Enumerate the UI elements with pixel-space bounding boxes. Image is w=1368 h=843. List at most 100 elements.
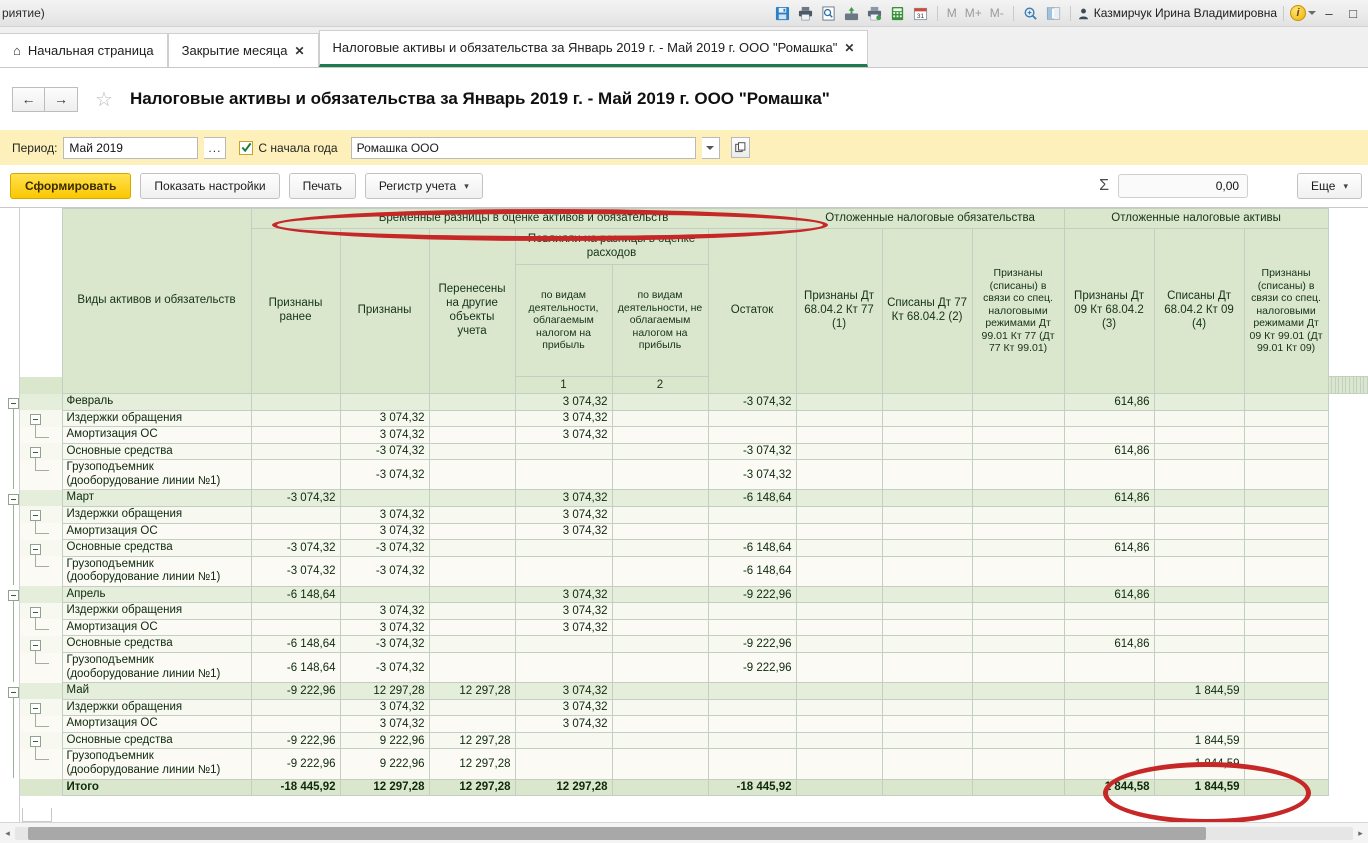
chevron-down-icon[interactable] [701, 136, 720, 159]
cell-c5 [514, 442, 613, 461]
horizontal-scrollbar[interactable]: ◂ ▸ [0, 822, 1368, 843]
page-header: ← → ☆ Налоговые активы и обязательства з… [0, 68, 1368, 130]
open-external-icon[interactable] [730, 137, 750, 158]
forward-button[interactable]: → [45, 86, 78, 112]
tree-gutter-b [42, 556, 62, 587]
print-preview-icon[interactable] [818, 3, 839, 23]
table-row[interactable]: Апрель -6 148,64 3 074,32 -9 222,96 614,86 [20, 585, 1368, 604]
tab-month-closing[interactable]: Закрытие месяца ✕ [167, 33, 319, 67]
export-icon[interactable] [841, 3, 862, 23]
table-row[interactable]: Основные средства -9 222,96 9 222,96 12 297… [20, 731, 1368, 750]
table-total-row: Итого -18 445,92 12 297,28 12 297,28 12 297,… [20, 778, 1368, 797]
table-row[interactable]: Амортизация ОС 3 074,32 3 074,32 [20, 522, 1368, 541]
save-icon[interactable] [772, 3, 793, 23]
memory-add-button[interactable]: M+ [962, 6, 985, 20]
cell-c13 [1243, 539, 1329, 557]
memory-subtract-button[interactable]: M- [987, 6, 1007, 20]
tab-home[interactable]: ⌂ Начальная страница [0, 33, 168, 67]
toolbar-divider [936, 5, 938, 21]
show-settings-button[interactable]: Показать настройки [140, 173, 280, 199]
cell-c7: -3 074,32 [707, 393, 797, 411]
info-icon[interactable]: i [1290, 5, 1306, 21]
total-cell-c10 [971, 778, 1065, 797]
chevron-down-icon[interactable] [1308, 11, 1316, 15]
close-icon[interactable]: ✕ [294, 44, 304, 58]
from-year-start-checkbox[interactable]: С начала года [239, 140, 338, 155]
panels-icon[interactable] [1043, 3, 1064, 23]
cell-c5: 3 074,32 [514, 698, 613, 717]
table-row[interactable]: Май -9 222,96 12 297,28 12 297,28 3 074,32 1 … [20, 682, 1368, 700]
cell-c7 [707, 505, 797, 524]
table-row[interactable]: Издержки обращения 3 074,32 3 074,32 [20, 505, 1368, 524]
table-row[interactable]: Издержки обращения 3 074,32 3 074,32 [20, 698, 1368, 717]
zoom-in-icon[interactable] [1020, 3, 1041, 23]
organization-input[interactable]: Ромашка ООО [350, 136, 696, 159]
cell-c10 [971, 682, 1065, 700]
table-row[interactable]: Издержки обращения 3 074,32 3 074,32 [20, 409, 1368, 428]
cell-c4 [428, 442, 516, 461]
table-row[interactable]: Февраль 3 074,32 -3 074,32 614,86 [20, 393, 1368, 411]
print-settings-icon[interactable] [864, 3, 885, 23]
scroll-right-arrow[interactable]: ▸ [1353, 828, 1368, 839]
cell-c10 [971, 442, 1065, 461]
calendar-icon[interactable]: 31 [910, 3, 931, 23]
page-title: Налоговые активы и обязательства за Янва… [129, 89, 830, 108]
cell-c6 [611, 618, 709, 637]
cell-c7 [707, 682, 797, 700]
period-input[interactable]: Май 2019 [63, 136, 199, 159]
minimize-button[interactable]: – [1318, 6, 1340, 21]
table-row[interactable]: Грузоподъемник (дооборудование линии №1) -… [20, 651, 1368, 684]
table-row[interactable]: Издержки обращения 3 074,32 3 074,32 [20, 602, 1368, 620]
table-row[interactable]: Основные средства -3 074,32 -3 074,32 614,8… [20, 442, 1368, 461]
cell-c4 [428, 618, 516, 637]
table-row[interactable]: Грузоподъемник (дооборудование линии №1) -… [20, 748, 1368, 780]
memory-recall-button[interactable]: M [944, 6, 960, 20]
tree-gutter-a [20, 652, 42, 683]
restore-button[interactable]: □ [1342, 6, 1364, 21]
column-header-dno-recognized: Признаны Дт 68.04.2 Кт 77 (1) [795, 228, 883, 394]
tree-gutter-b [42, 523, 62, 540]
cell-c9 [881, 489, 973, 507]
register-button[interactable]: Регистр учета ▾ [364, 173, 483, 199]
checkbox-box[interactable] [239, 140, 254, 155]
cell-c4 [428, 459, 516, 491]
star-icon[interactable]: ☆ [95, 87, 113, 112]
scroll-left-arrow[interactable]: ◂ [0, 828, 15, 839]
report-grid[interactable]: Виды активов и обязательств Временные ра… [0, 207, 1368, 822]
table-row[interactable]: Основные средства -3 074,32 -3 074,32 -6 14… [20, 539, 1368, 557]
cell-c3: -3 074,32 [339, 651, 430, 684]
current-user[interactable]: Казмирчук Ирина Владимировна [1077, 6, 1277, 20]
print-icon[interactable] [795, 3, 816, 23]
table-row[interactable]: Амортизация ОС 3 074,32 3 074,32 [20, 618, 1368, 637]
row-label: Издержки обращения [61, 698, 252, 717]
tree-gutter-b [42, 732, 62, 749]
print-button[interactable]: Печать [288, 173, 356, 199]
tab-tax-assets-report[interactable]: Налоговые активы и обязательства за Янва… [318, 30, 869, 67]
period-select-button[interactable]: ... [204, 136, 227, 159]
generate-button[interactable]: Сформировать [10, 173, 132, 199]
cell-c12 [1153, 555, 1245, 587]
table-row[interactable]: Грузоподъемник (дооборудование линии №1) -… [20, 555, 1368, 587]
cell-c6 [611, 539, 709, 557]
user-icon [1078, 8, 1088, 19]
cell-c11 [1063, 682, 1155, 700]
scroll-thumb[interactable] [28, 826, 1206, 840]
tree-gutter-b [42, 506, 62, 523]
table-row[interactable]: Амортизация ОС 3 074,32 3 074,32 [20, 426, 1368, 444]
close-icon[interactable]: ✕ [844, 41, 854, 55]
table-row[interactable]: Амортизация ОС 3 074,32 3 074,32 [20, 715, 1368, 733]
back-button[interactable]: ← [12, 86, 45, 112]
more-button[interactable]: Еще ▾ [1297, 173, 1362, 199]
scroll-track[interactable] [15, 826, 1353, 840]
cell-c9 [881, 698, 973, 717]
sum-value-field[interactable]: 0,00 [1118, 174, 1249, 198]
table-row[interactable]: Март -3 074,32 3 074,32 -6 148,64 614,86 [20, 489, 1368, 507]
cell-c10 [971, 585, 1065, 604]
cell-c4 [428, 555, 516, 587]
cell-c3: -3 074,32 [339, 555, 430, 587]
table-row[interactable]: Грузоподъемник (дооборудование линии №1) -… [20, 459, 1368, 491]
table-row[interactable]: Основные средства -6 148,64 -3 074,32 -9 22… [20, 635, 1368, 653]
cell-c12: 1 844,59 [1153, 748, 1245, 780]
calculator-icon[interactable] [887, 3, 908, 23]
cell-c2 [250, 715, 341, 733]
